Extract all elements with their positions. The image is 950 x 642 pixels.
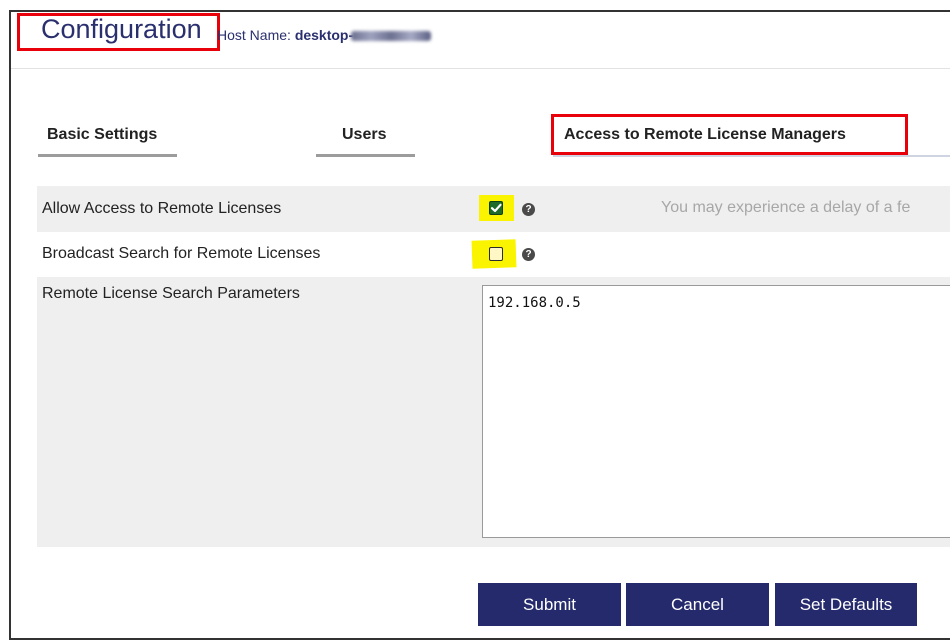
host-name-label: Host Name: — [217, 27, 291, 43]
set-defaults-button[interactable]: Set Defaults — [775, 583, 917, 626]
tab-remote-license-managers-underline — [553, 155, 950, 157]
tab-remote-license-managers[interactable]: Access to Remote License Managers — [564, 126, 846, 144]
cancel-button[interactable]: Cancel — [626, 583, 769, 626]
broadcast-search-label: Broadcast Search for Remote Licenses — [42, 245, 321, 262]
redacted-hostname — [351, 31, 432, 42]
header-divider — [11, 68, 950, 69]
help-icon[interactable]: ? — [522, 248, 535, 261]
host-name-value: desktop- — [294, 27, 354, 43]
help-icon[interactable]: ? — [522, 203, 535, 216]
page-title: Configuration — [41, 14, 202, 44]
allow-access-checkbox[interactable] — [489, 201, 503, 215]
allow-access-label: Allow Access to Remote Licenses — [42, 200, 282, 217]
tab-basic-settings-underline — [38, 154, 177, 157]
host-name: Host Name: desktop- — [217, 27, 432, 43]
broadcast-search-checkbox[interactable] — [489, 247, 503, 261]
checkmark-icon — [490, 203, 502, 213]
search-params-label: Remote License Search Parameters — [42, 285, 300, 302]
tab-users-underline — [316, 154, 415, 157]
tab-users[interactable]: Users — [342, 126, 386, 144]
submit-button[interactable]: Submit — [478, 583, 621, 626]
search-params-textarea[interactable]: 192.168.0.5 — [482, 285, 950, 538]
tab-basic-settings[interactable]: Basic Settings — [47, 126, 157, 144]
delay-note: You may experience a delay of a fe — [661, 199, 911, 216]
